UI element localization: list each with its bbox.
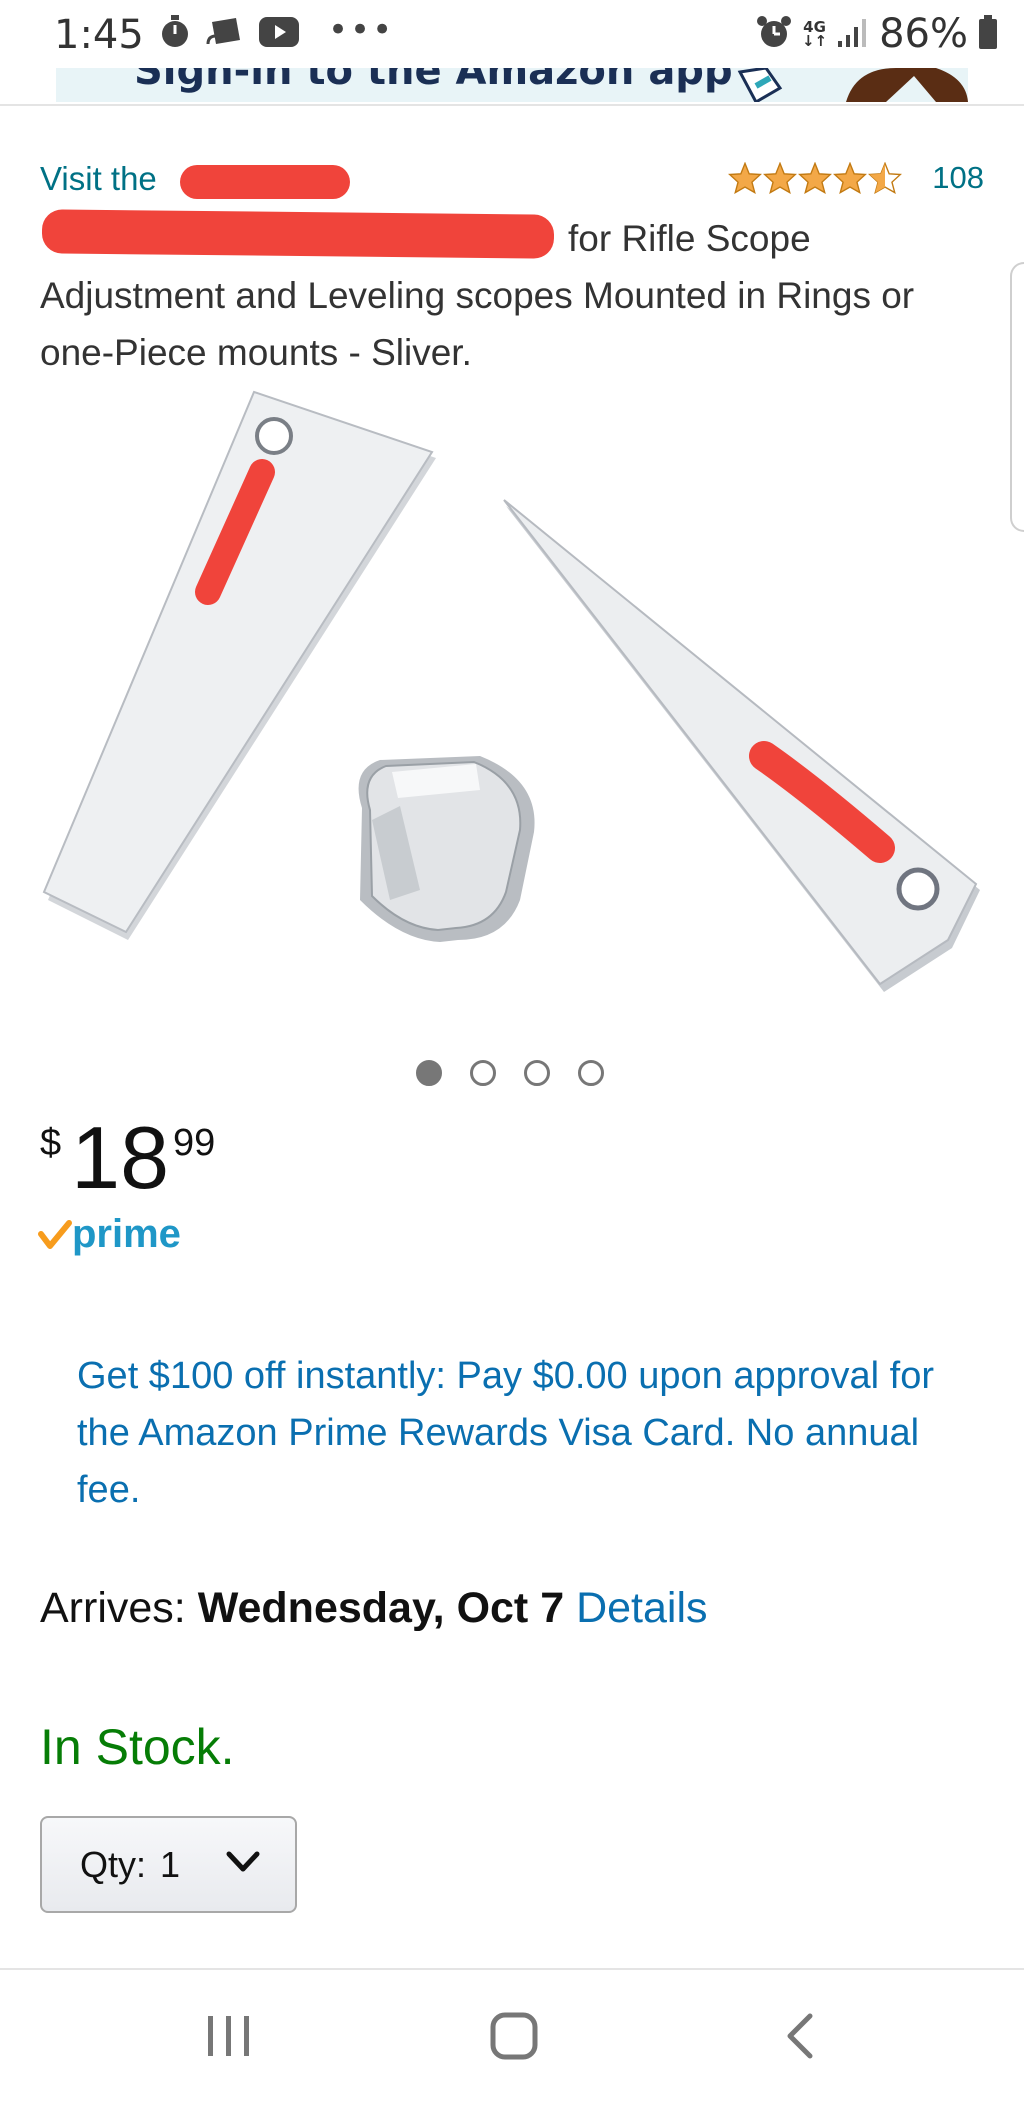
cast-icon xyxy=(206,14,244,54)
divider xyxy=(0,104,1024,106)
home-icon[interactable] xyxy=(490,2012,538,2064)
carousel-dot[interactable] xyxy=(578,1060,604,1086)
quantity-dropdown[interactable]: Qty: 1 xyxy=(40,1816,297,1913)
chevron-down-icon xyxy=(226,1851,260,1872)
recent-apps-icon[interactable] xyxy=(206,2012,252,2064)
alarm-icon xyxy=(756,14,792,54)
delivery-label: Arrives: xyxy=(40,1584,186,1632)
product-image[interactable] xyxy=(0,380,1024,1020)
prime-label: prime xyxy=(72,1212,181,1256)
stopwatch-icon xyxy=(158,14,192,54)
status-icons-right: 4G ↓↑ 86% xyxy=(756,11,998,57)
credit-card-promo-link[interactable]: Get $100 off instantly: Pay $0.00 upon a… xyxy=(77,1348,977,1519)
price-fraction: 99 xyxy=(173,1122,216,1164)
app-signin-banner[interactable]: Sign-in to the Amazon app xyxy=(56,68,968,102)
redaction-mark xyxy=(41,209,555,259)
status-bar: 1:45 ••• 4G ↓↑ 86% xyxy=(0,0,1024,68)
rating-stars xyxy=(728,162,903,194)
stock-status: In Stock. xyxy=(40,1719,235,1775)
half-star-icon xyxy=(868,162,903,194)
carousel-dot[interactable] xyxy=(470,1060,496,1086)
network-type: 4G ↓↑ xyxy=(801,18,828,50)
redaction-mark xyxy=(180,165,350,199)
more-dots-icon: ••• xyxy=(328,10,395,50)
battery-icon xyxy=(978,14,998,54)
leveling-block xyxy=(358,756,535,942)
star-icon xyxy=(798,162,833,194)
carousel-dot[interactable] xyxy=(524,1060,550,1086)
brand-store-link[interactable]: Visit the xyxy=(40,160,157,198)
price-whole: 18 xyxy=(71,1108,170,1207)
banner-illustration xyxy=(736,68,968,102)
product-rating[interactable]: 108 xyxy=(728,160,984,196)
battery-percent: 86% xyxy=(879,11,968,57)
youtube-icon xyxy=(258,16,300,52)
carousel-dot[interactable] xyxy=(416,1060,442,1086)
product-price: $ 18 99 xyxy=(40,1110,215,1206)
price-currency: $ xyxy=(40,1122,62,1164)
title-rest: Adjustment and Leveling scopes Mounted i… xyxy=(40,275,915,373)
android-nav-bar xyxy=(0,1970,1024,2104)
brand-link-text: Visit the xyxy=(40,160,157,197)
signal-icon xyxy=(837,15,869,53)
star-icon xyxy=(728,162,763,194)
quantity-value: 1 xyxy=(160,1843,181,1885)
prime-badge: prime xyxy=(38,1212,181,1257)
back-icon[interactable] xyxy=(782,2012,816,2064)
quantity-label: Qty: xyxy=(80,1843,147,1885)
image-carousel-dots xyxy=(416,1060,604,1086)
star-icon xyxy=(763,162,798,194)
delivery-date: Wednesday, Oct 7 xyxy=(197,1584,565,1632)
status-icons-left: ••• xyxy=(158,10,394,54)
prime-check-icon xyxy=(38,1219,72,1249)
banner-text: Sign-in to the Amazon app xyxy=(134,68,733,94)
delivery-info: Arrives: Wednesday, Oct 7 Details xyxy=(40,1584,708,1633)
status-time: 1:45 xyxy=(54,12,144,58)
delivery-details-link[interactable]: Details xyxy=(576,1584,707,1632)
rating-count: 108 xyxy=(932,160,984,195)
star-icon xyxy=(833,162,868,194)
